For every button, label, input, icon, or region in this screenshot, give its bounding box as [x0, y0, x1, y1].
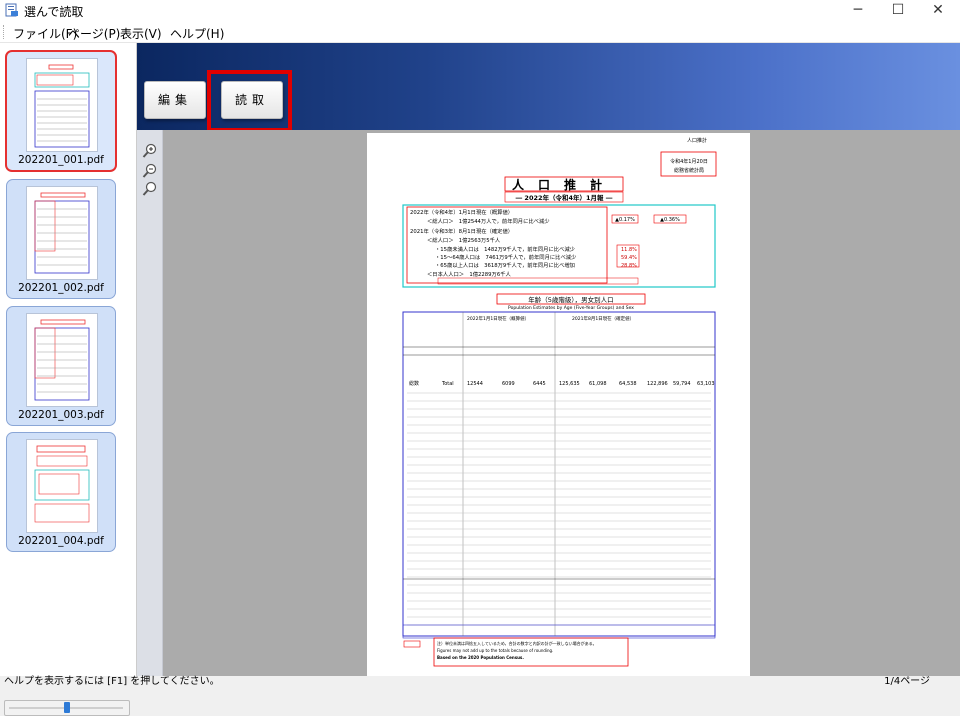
total-label-ja: 総数 — [409, 380, 419, 387]
thumbnail-item-1[interactable]: 202201_001.pdf — [5, 50, 117, 172]
minimize-button[interactable]: ─ — [836, 0, 880, 22]
thumbnail-filename: 202201_001.pdf — [18, 154, 104, 166]
thumbnail-page-preview — [26, 439, 98, 533]
thumbnail-item-4[interactable]: 202201_004.pdf — [6, 432, 116, 552]
total-value: 6099 — [502, 381, 515, 387]
pct-2: 59.4% — [621, 255, 637, 261]
summary-line-3: 2021年（令和3年）8月1日現在（確定値） — [410, 227, 513, 235]
footnote-1: 注）単位未満は四捨五入しているため，合計の数字と内訳の計が一致しない場合がある。 — [437, 640, 597, 646]
table-title: 年齢（5歳階級），男女別人口 — [528, 295, 613, 304]
stamp-line-1: 人口推計 — [687, 137, 707, 144]
menu-grip — [3, 25, 6, 39]
edit-button[interactable]: 編集 — [144, 81, 206, 119]
thumbnail-filename: 202201_004.pdf — [18, 535, 104, 547]
doc-subtitle: ― 2022年（令和4年）1月報 ― — [516, 193, 613, 202]
stamp-line-2: 令和4年1月20日 — [670, 158, 708, 165]
total-value: 64,538 — [619, 381, 637, 387]
menu-bar: ファイル(F) ページ(P) 表示(V) ヘルプ(H) — [0, 22, 960, 43]
status-bar: ヘルプを表示するには [F1] を押してください。 1/4ページ — [0, 676, 960, 688]
total-label-en: Total — [441, 381, 454, 387]
summary-line-2: ＜総人口＞ 1億2544万人で，前年同月に比べ減少 — [427, 217, 550, 225]
table-body-rows — [407, 392, 711, 626]
summary-line-1: 2022年（令和4年）1月1日現在（概算値） — [410, 208, 513, 216]
table-title-en: Population Estimates by Age (Five-Year G… — [508, 305, 634, 311]
footnote-3: Based on the 2020 Population Census. — [437, 655, 524, 660]
app-icon — [5, 3, 18, 17]
pct-3: 28.8% — [621, 263, 637, 269]
stamp-line-3: 総務省統計局 — [674, 167, 704, 174]
summary-line-8: ＜日本人人口＞ 1億2289万6千人 — [427, 270, 511, 278]
table-total-row: 総数 Total 12544 6099 6445 125,635 61,098 … — [409, 380, 715, 387]
summary-line-4: ＜総人口＞ 1億2563万5千人 — [427, 236, 501, 244]
total-value: 122,896 — [647, 381, 668, 387]
total-value: 59,794 — [673, 381, 691, 387]
summary-line-6: ・15～64歳人口は 7461万9千人で，前年同月に比べ減少 — [435, 253, 577, 261]
table-header-left: 2022年1月1日現在（概算値） — [467, 315, 529, 322]
menu-page[interactable]: ページ(P) — [68, 25, 120, 42]
thumbnail-filename: 202201_003.pdf — [18, 409, 104, 421]
total-value: 6445 — [533, 381, 546, 387]
zoom-toolbar — [137, 130, 163, 676]
doc-main-title: 人口推計 — [512, 177, 616, 192]
thumbnail-sidebar: 202201_001.pdf 202201_002.pdf 202201_003… — [0, 43, 137, 716]
thumbnail-item-3[interactable]: 202201_003.pdf — [6, 306, 116, 426]
summary-line-7: ・65歳以上人口は 3618万9千人で，前年同月に比べ増加 — [435, 261, 575, 269]
footnote-2: Figures may not add up to the totals bec… — [437, 648, 553, 653]
thumbnail-page-preview — [26, 186, 98, 280]
document-page: 人口推計 令和4年1月20日 総務省統計局 人口推計 ― 2022年（令和4年）… — [367, 133, 750, 678]
summary-line-5: ・15歳未満人口は 1482万9千人で，前年同月に比べ減少 — [435, 245, 576, 253]
zoom-fit-icon[interactable] — [142, 181, 158, 197]
summary-badge-2: ▲0.36% — [660, 217, 680, 223]
thumbnail-page-preview — [26, 313, 98, 407]
close-button[interactable]: ✕ — [916, 0, 960, 22]
total-value: 61,098 — [589, 381, 607, 387]
slider-knob[interactable] — [64, 702, 70, 713]
summary-badge-1: ▲0.17% — [615, 217, 635, 223]
menu-view[interactable]: 表示(V) — [120, 25, 162, 42]
thumbnail-size-slider[interactable] — [4, 700, 130, 716]
menu-help[interactable]: ヘルプ(H) — [170, 25, 224, 42]
thumbnail-filename: 202201_002.pdf — [18, 282, 104, 294]
maximize-button[interactable]: ☐ — [876, 0, 920, 22]
total-value: 12544 — [467, 381, 483, 387]
thumbnail-item-2[interactable]: 202201_002.pdf — [6, 179, 116, 299]
table-header-right: 2021年8月1日現在（確定値） — [572, 315, 634, 322]
zoom-in-icon[interactable] — [142, 143, 158, 159]
zoom-out-icon[interactable] — [142, 163, 158, 179]
window-title: 選んで読取 — [24, 5, 84, 19]
total-value: 63,103 — [697, 381, 715, 387]
thumbnail-page-preview — [26, 58, 98, 152]
read-button-highlight — [207, 70, 292, 132]
pct-1: 11.8% — [621, 247, 637, 253]
title-bar: 選んで読取 ─ ☐ ✕ — [0, 0, 960, 22]
status-page-indicator: 1/4ページ — [884, 676, 930, 687]
total-value: 125,635 — [559, 381, 580, 387]
status-help-text: ヘルプを表示するには [F1] を押してください。 — [4, 676, 220, 687]
